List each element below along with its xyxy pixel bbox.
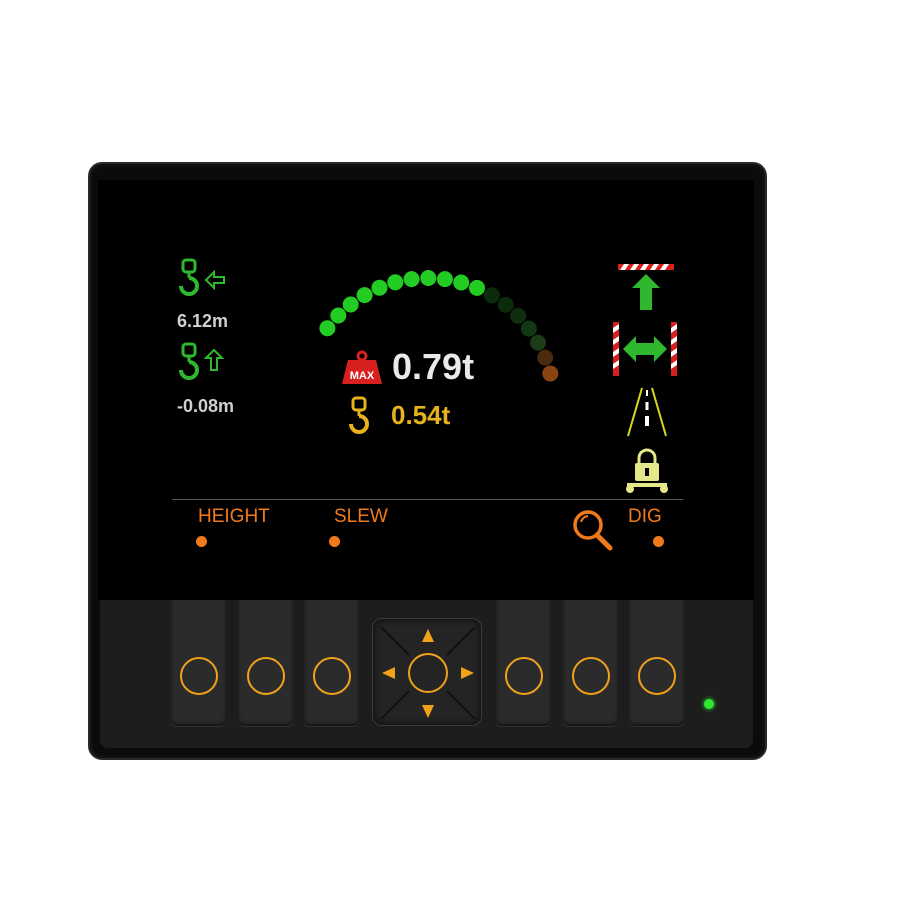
gauge-dot-lit bbox=[319, 320, 336, 337]
softkey-1-ring bbox=[179, 657, 218, 695]
dpad-up-arrow-icon[interactable] bbox=[422, 629, 434, 642]
gauge-dot-lit bbox=[356, 287, 373, 304]
dpad-left-arrow-icon[interactable] bbox=[382, 667, 395, 679]
gauge-dot-lit bbox=[420, 270, 437, 286]
chassis-lock-icon bbox=[626, 448, 668, 493]
slew-limit-icon bbox=[613, 322, 677, 376]
mode-dig-label: DIG bbox=[628, 506, 662, 527]
mode-slew-label: SLEW bbox=[334, 506, 388, 527]
softkey-6[interactable] bbox=[629, 600, 684, 726]
gauge-dot-dim bbox=[510, 307, 527, 324]
mode-slew-indicator bbox=[329, 536, 340, 547]
height-limit-icon bbox=[618, 264, 674, 310]
max-badge: MAX bbox=[350, 370, 375, 382]
hook-load-value: 0.54t bbox=[391, 400, 451, 430]
softkey-4[interactable] bbox=[496, 600, 551, 726]
softkey-6-ring bbox=[637, 657, 676, 695]
softkey-4-ring bbox=[504, 657, 543, 695]
radius-value: 6.12m bbox=[177, 311, 229, 331]
max-load-value: 0.79t bbox=[392, 346, 475, 387]
mode-dig-indicator bbox=[653, 536, 664, 547]
gauge-dot-dim bbox=[483, 287, 500, 304]
divider bbox=[172, 499, 683, 500]
softkey-2-ring bbox=[246, 657, 285, 695]
softkey-5[interactable] bbox=[563, 600, 618, 726]
gauge-dot-dim bbox=[537, 349, 554, 366]
gauge-dot-lit bbox=[453, 274, 470, 291]
dpad-center-button[interactable] bbox=[408, 653, 448, 693]
hook-arrow-up-icon bbox=[179, 342, 225, 380]
navigation-dpad[interactable] bbox=[372, 618, 482, 726]
gauge-dot-dim bbox=[530, 334, 546, 351]
hook-icon bbox=[349, 396, 369, 434]
gauge-dot-lit bbox=[403, 271, 420, 288]
hook-arrow-left-icon bbox=[179, 258, 225, 296]
weight-max-icon: MAX bbox=[342, 350, 382, 384]
height-value: -0.08m bbox=[177, 396, 235, 416]
magnifier-icon bbox=[573, 510, 613, 551]
load-gauge bbox=[319, 270, 559, 382]
softkey-2[interactable] bbox=[238, 600, 293, 726]
gauge-dot-lit bbox=[469, 279, 485, 296]
mode-height-indicator bbox=[196, 536, 207, 547]
road-icon bbox=[627, 387, 667, 437]
gauge-dot-lit bbox=[342, 296, 359, 313]
gauge-dot-dim bbox=[497, 296, 514, 313]
softkey-3-ring bbox=[312, 657, 351, 695]
dpad-down-arrow-icon[interactable] bbox=[422, 705, 434, 718]
softkey-3[interactable] bbox=[304, 600, 359, 726]
gauge-dot-lit bbox=[371, 279, 388, 296]
gauge-dot-lit bbox=[387, 274, 404, 291]
gauge-dot-dim bbox=[520, 320, 537, 337]
gauge-dot-lit bbox=[436, 271, 453, 288]
mode-height-label: HEIGHT bbox=[198, 506, 270, 527]
gauge-dot-dim bbox=[542, 365, 559, 382]
dpad-right-arrow-icon[interactable] bbox=[461, 667, 474, 679]
gauge-dot-lit bbox=[330, 307, 347, 324]
softkey-1[interactable] bbox=[171, 600, 226, 726]
softkey-5-ring bbox=[571, 657, 610, 695]
power-led bbox=[704, 699, 714, 709]
